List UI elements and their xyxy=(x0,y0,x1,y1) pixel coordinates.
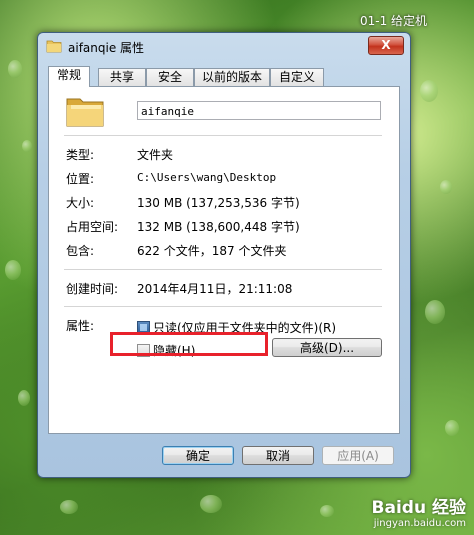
tab-previous-versions[interactable]: 以前的版本 xyxy=(194,68,270,86)
title-bar[interactable]: aifanqie 属性 X xyxy=(38,33,410,61)
contains-label: 包含: xyxy=(66,244,95,258)
tab-customize[interactable]: 自定义 xyxy=(270,68,324,86)
watermark: Baidu 经验 jingyan.baidu.com xyxy=(372,493,466,529)
divider xyxy=(64,306,382,307)
close-button[interactable]: X xyxy=(368,36,404,55)
size-value: 130 MB (137,253,536 字节) xyxy=(137,196,300,210)
apply-button[interactable]: 应用(A) xyxy=(322,446,394,465)
watermark-title: Baidu 经验 xyxy=(371,498,466,518)
divider xyxy=(64,269,382,270)
folder-icon xyxy=(46,40,62,53)
location-value: C:\Users\wang\Desktop xyxy=(137,171,277,184)
size-on-disk-label: 占用空间: xyxy=(66,220,119,234)
window-title: aifanqie 属性 xyxy=(68,41,145,55)
watermark-url: jingyan.baidu.com xyxy=(373,518,466,529)
advanced-button[interactable]: 高级(D)... xyxy=(272,338,382,357)
size-label: 大小: xyxy=(66,196,95,210)
created-value: 2014年4月11日，21:11:08 xyxy=(137,282,293,296)
contains-value: 622 个文件，187 个文件夹 xyxy=(137,244,287,258)
divider xyxy=(64,135,382,136)
size-on-disk-value: 132 MB (138,600,448 字节) xyxy=(137,220,300,234)
type-value: 文件夹 xyxy=(137,148,174,162)
location-label: 位置: xyxy=(66,172,95,186)
general-tab-panel: aifanqie 类型: 文件夹 位置: C:\Users\wang\Deskt… xyxy=(48,86,400,434)
type-label: 类型: xyxy=(66,148,95,162)
folder-name-input[interactable]: aifanqie xyxy=(137,101,381,120)
created-label: 创建时间: xyxy=(66,282,119,296)
properties-dialog: aifanqie 属性 X 常规 共享 安全 以前的版本 自定义 aifanqi… xyxy=(37,32,411,478)
ok-button[interactable]: 确定 xyxy=(162,446,234,465)
tab-security[interactable]: 安全 xyxy=(146,68,194,86)
tab-sharing[interactable]: 共享 xyxy=(98,68,146,86)
cancel-button[interactable]: 取消 xyxy=(242,446,314,465)
desktop-gadget-text: 01-1 给定机 xyxy=(360,14,428,28)
annotation-highlight-box xyxy=(110,332,268,356)
folder-large-icon xyxy=(66,98,104,127)
tab-general[interactable]: 常规 xyxy=(48,66,90,87)
attributes-label: 属性: xyxy=(66,319,95,333)
